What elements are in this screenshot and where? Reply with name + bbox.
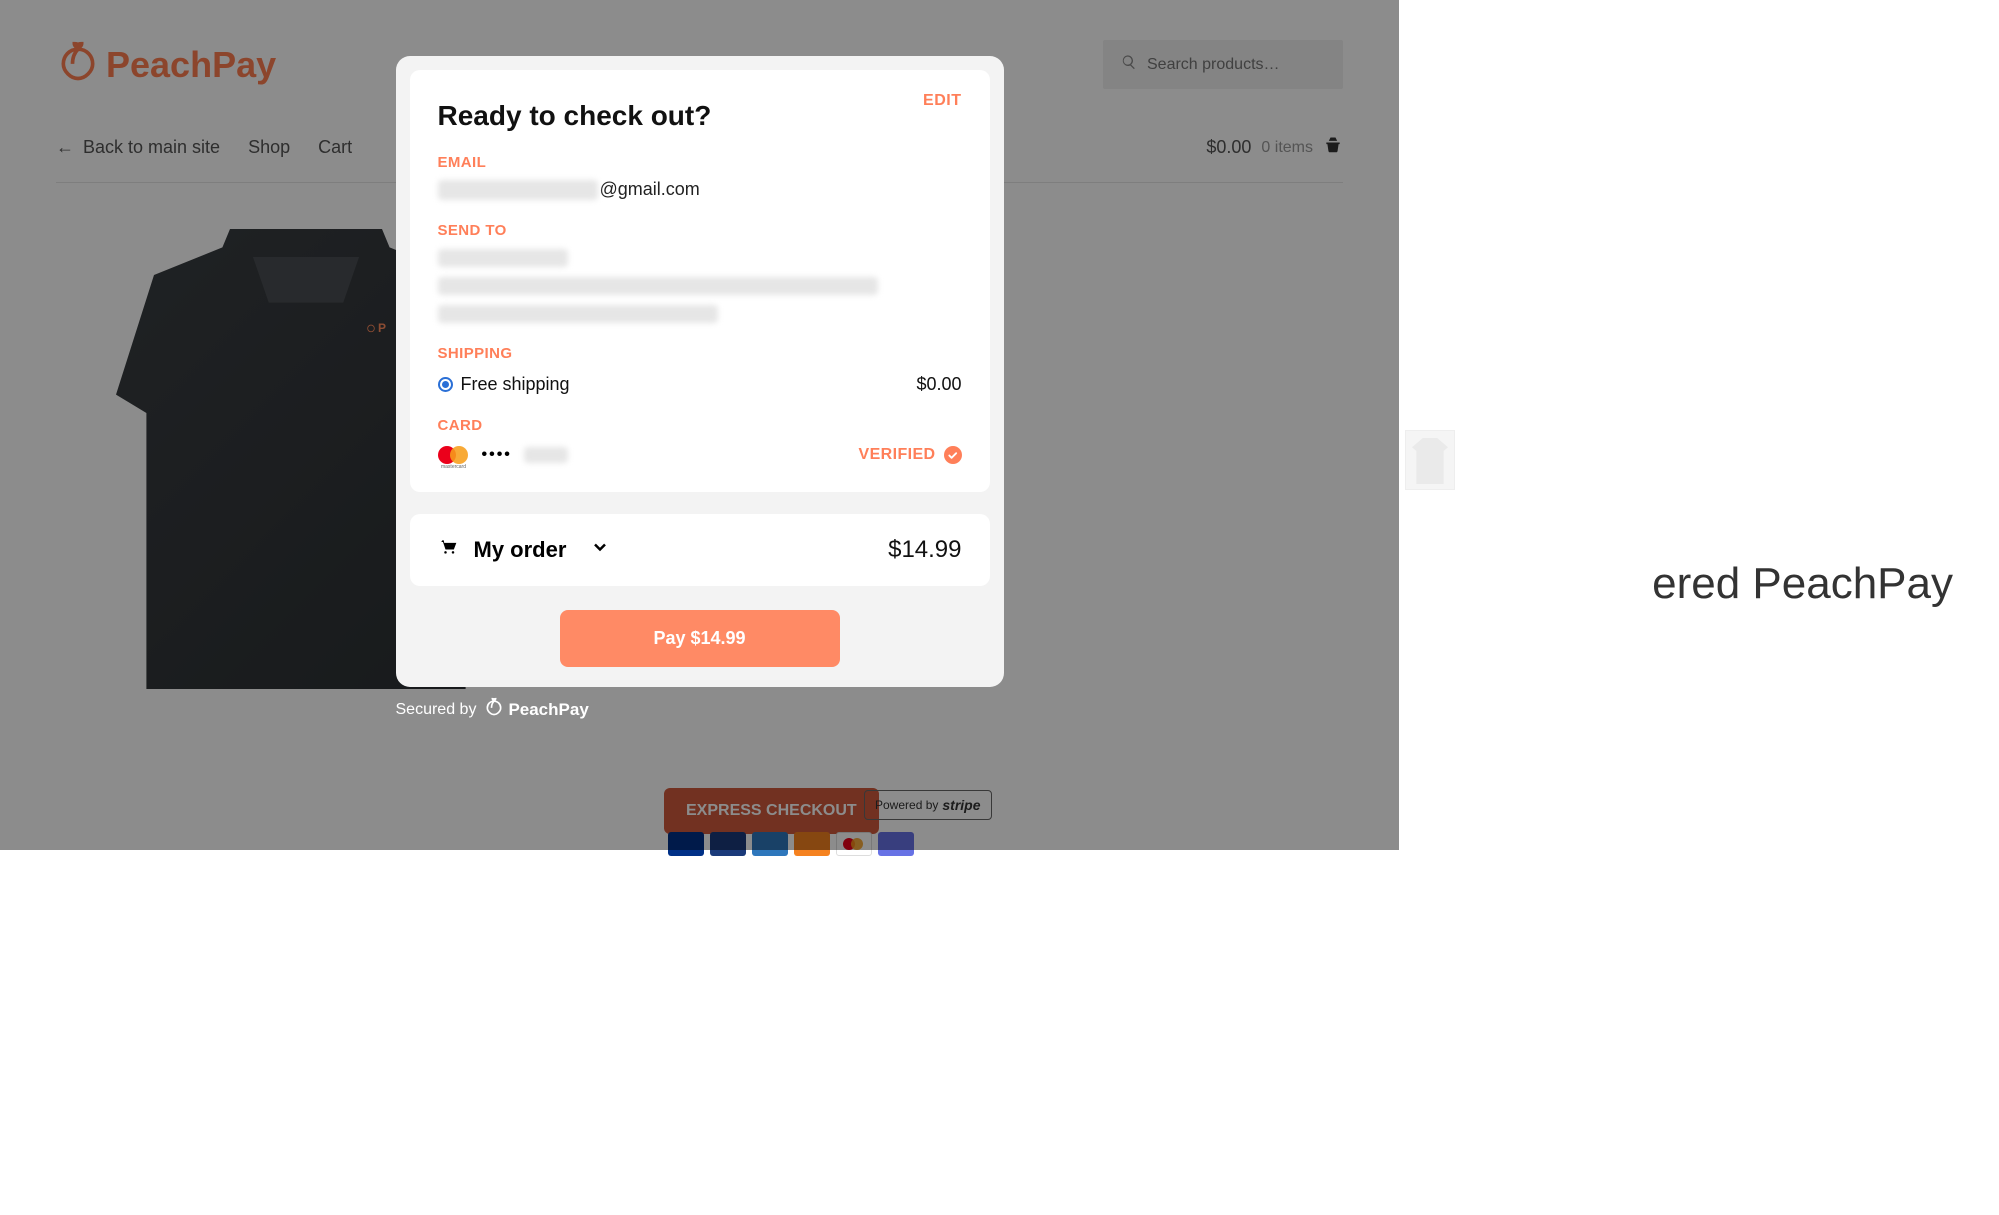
cart-icon [438, 537, 458, 563]
email-redacted [438, 180, 598, 200]
product-title: ered PeachPay [1652, 559, 1953, 609]
edit-button[interactable]: EDIT [923, 92, 961, 110]
address-redacted-line2 [438, 277, 878, 295]
checkout-modal: EDIT Ready to check out? EMAIL @gmail.co… [396, 56, 1004, 687]
pay-button[interactable]: Pay $14.99 [560, 610, 840, 667]
shipping-option[interactable]: Free shipping [438, 374, 570, 395]
order-total: $14.99 [888, 536, 961, 564]
modal-title: Ready to check out? [438, 100, 962, 132]
order-summary-toggle[interactable]: My order $14.99 [410, 514, 990, 586]
order-label: My order [474, 537, 567, 563]
secured-by-label: Secured by [396, 701, 477, 719]
secured-by-footer: Secured by PeachPay [396, 697, 589, 722]
email-value: @gmail.com [438, 179, 962, 200]
card-brand-text: mastercard [438, 464, 470, 470]
sendto-label: SEND TO [438, 222, 962, 239]
radio-checked-icon[interactable] [438, 377, 453, 392]
verified-badge: VERIFIED [859, 446, 962, 464]
verified-label: VERIFIED [859, 446, 936, 464]
card-label: CARD [438, 417, 962, 434]
shipping-option-label: Free shipping [461, 374, 570, 395]
peach-icon [484, 697, 504, 722]
card-masked-dots: •••• [482, 446, 512, 464]
card-last4-redacted [524, 447, 568, 463]
shipping-price: $0.00 [916, 374, 961, 395]
shipping-label: SHIPPING [438, 345, 962, 362]
mastercard-icon: mastercard [438, 444, 470, 466]
carousel-thumb-right[interactable] [1405, 430, 1455, 490]
email-label: EMAIL [438, 154, 962, 171]
chevron-down-icon [590, 537, 610, 563]
email-domain: @gmail.com [600, 179, 700, 200]
address-redacted-line3 [438, 305, 718, 323]
checkmark-icon [944, 446, 962, 464]
secured-brand: PeachPay [508, 700, 588, 720]
address-redacted-line1 [438, 249, 568, 267]
